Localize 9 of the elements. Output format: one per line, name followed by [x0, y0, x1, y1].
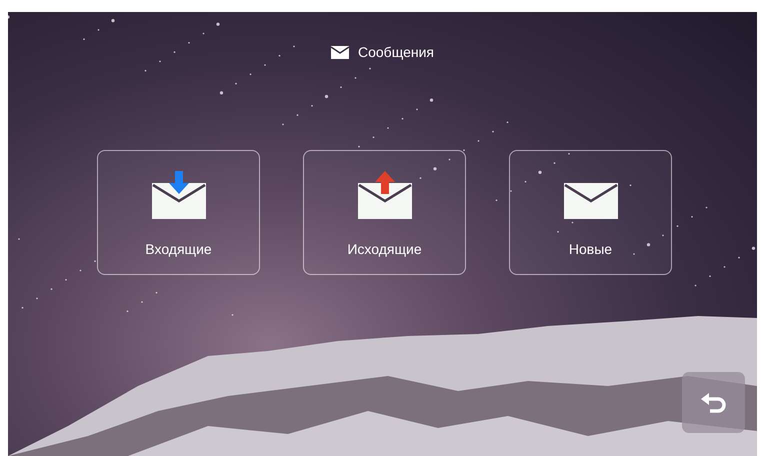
screen-title: Сообщения	[358, 44, 434, 60]
mailbox-tile[interactable]: Исходящие	[303, 150, 466, 275]
envelope-icon	[331, 46, 349, 58]
mailbox-tile[interactable]: Новые	[509, 150, 672, 275]
mailbox-tile[interactable]: Входящие	[97, 150, 260, 275]
envelope-with-arrow-icon	[358, 171, 412, 219]
return-arrow-icon	[700, 392, 726, 412]
envelope-with-arrow-icon	[152, 171, 206, 219]
back-button[interactable]	[682, 372, 745, 433]
